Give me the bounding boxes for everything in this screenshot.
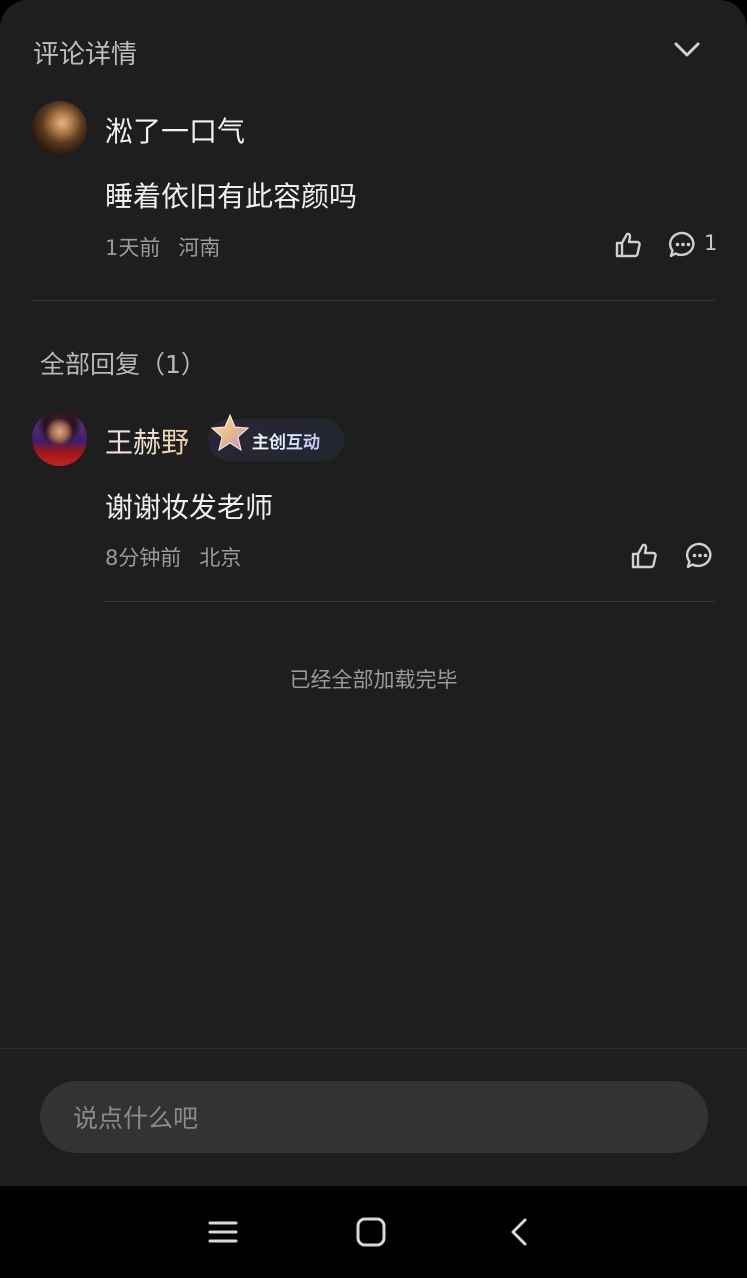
reply-button[interactable] xyxy=(684,540,716,572)
reply-time: 8分钟前 xyxy=(105,546,182,570)
avatar[interactable] xyxy=(32,101,87,156)
comment-location: 河南 xyxy=(178,236,221,260)
reply-meta: 8分钟前 北京 xyxy=(105,542,241,572)
chevron-left-icon xyxy=(511,1218,527,1246)
chevron-down-icon xyxy=(674,42,700,57)
divider xyxy=(32,300,715,301)
screen: 评论详情 淞了一口气 睡着依旧有此容颜吗 1天前 河南 1 全部回复（1） 王赫… xyxy=(0,0,747,1278)
like-button[interactable] xyxy=(628,540,660,572)
menu-icon xyxy=(208,1221,238,1243)
home-button[interactable] xyxy=(350,1212,390,1252)
system-navigation-bar xyxy=(0,1186,747,1278)
thumbs-up-icon xyxy=(631,543,657,569)
comment-input[interactable]: 说点什么吧 xyxy=(40,1081,708,1153)
input-placeholder: 说点什么吧 xyxy=(73,1104,199,1133)
divider xyxy=(0,1048,747,1049)
comment-meta: 1天前 河南 xyxy=(105,232,220,262)
reply-button[interactable] xyxy=(667,229,699,261)
creator-badge: 主创互动 xyxy=(208,413,344,461)
recent-apps-button[interactable] xyxy=(202,1212,242,1252)
square-icon xyxy=(356,1217,386,1247)
reply-content: 谢谢妆发老师 xyxy=(105,491,274,524)
thumbs-up-icon xyxy=(615,232,641,258)
comment-bubble-icon xyxy=(668,231,695,258)
badge-label: 主创互动 xyxy=(252,428,320,453)
end-of-list-message: 已经全部加载完毕 xyxy=(289,668,458,692)
comment-bubble-icon xyxy=(685,542,712,569)
star-icon xyxy=(210,413,250,452)
comment-detail-sheet: 评论详情 淞了一口气 睡着依旧有此容颜吗 1天前 河南 1 全部回复（1） 王赫… xyxy=(0,0,747,1186)
back-button[interactable] xyxy=(499,1212,539,1252)
collapse-button[interactable] xyxy=(668,34,706,66)
page-title: 评论详情 xyxy=(33,40,138,70)
avatar[interactable] xyxy=(32,411,87,466)
like-button[interactable] xyxy=(612,229,644,261)
replies-section-title: 全部回复（1） xyxy=(40,350,206,379)
comment-username[interactable]: 淞了一口气 xyxy=(105,110,245,150)
comment-content: 睡着依旧有此容颜吗 xyxy=(105,180,358,213)
comment-time: 1天前 xyxy=(105,236,161,260)
reply-location: 北京 xyxy=(199,546,242,570)
divider xyxy=(105,601,715,602)
reply-count: 1 xyxy=(704,231,718,255)
reply-username[interactable]: 王赫野 xyxy=(105,421,189,461)
